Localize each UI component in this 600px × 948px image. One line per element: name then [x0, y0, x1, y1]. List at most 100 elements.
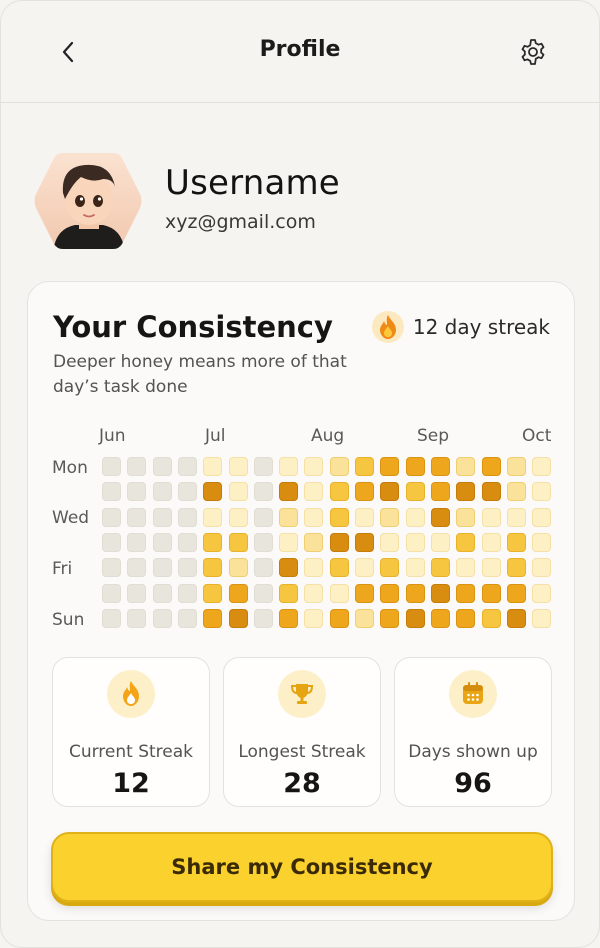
- heatmap-cell[interactable]: [532, 507, 552, 527]
- settings-button[interactable]: [517, 35, 549, 69]
- heatmap-cell[interactable]: [355, 532, 374, 552]
- heatmap-cell[interactable]: [177, 608, 197, 628]
- heatmap-cell[interactable]: [506, 482, 526, 502]
- heatmap-cell[interactable]: [380, 457, 400, 476]
- heatmap-cell[interactable]: [279, 558, 299, 578]
- heatmap-cell[interactable]: [127, 532, 147, 552]
- heatmap-cell[interactable]: [329, 532, 349, 552]
- heatmap-cell[interactable]: [304, 532, 324, 552]
- heatmap-cell[interactable]: [203, 482, 223, 502]
- heatmap-cell[interactable]: [329, 558, 349, 578]
- share-consistency-button[interactable]: Share my Consistency: [51, 832, 553, 902]
- heatmap-cell[interactable]: [481, 583, 501, 603]
- heatmap-cell[interactable]: [506, 608, 526, 628]
- heatmap-cell[interactable]: [456, 532, 476, 552]
- heatmap-cell[interactable]: [329, 583, 349, 603]
- heatmap-cell[interactable]: [152, 532, 172, 552]
- heatmap-cell[interactable]: [177, 482, 197, 502]
- heatmap-cell[interactable]: [355, 482, 374, 502]
- heatmap-cell[interactable]: [127, 558, 147, 578]
- heatmap-cell[interactable]: [329, 507, 349, 527]
- heatmap-cell[interactable]: [228, 532, 248, 552]
- heatmap-cell[interactable]: [228, 558, 248, 578]
- heatmap-cell[interactable]: [304, 558, 324, 578]
- heatmap-cell[interactable]: [506, 457, 526, 476]
- heatmap-cell[interactable]: [506, 558, 526, 578]
- heatmap-cell[interactable]: [279, 457, 299, 476]
- heatmap-cell[interactable]: [481, 457, 501, 476]
- heatmap-cell[interactable]: [203, 583, 223, 603]
- heatmap-cell[interactable]: [152, 608, 172, 628]
- heatmap-cell[interactable]: [304, 457, 324, 476]
- heatmap-cell[interactable]: [127, 608, 147, 628]
- heatmap-cell[interactable]: [228, 457, 248, 476]
- heatmap-cell[interactable]: [127, 507, 147, 527]
- heatmap-cell[interactable]: [506, 507, 526, 527]
- heatmap-cell[interactable]: [532, 457, 552, 476]
- heatmap-cell[interactable]: [456, 583, 476, 603]
- heatmap-cell[interactable]: [405, 608, 425, 628]
- heatmap-cell[interactable]: [430, 457, 450, 476]
- heatmap-cell[interactable]: [481, 532, 501, 552]
- heatmap-cell[interactable]: [456, 482, 476, 502]
- heatmap-cell[interactable]: [253, 507, 273, 527]
- heatmap-cell[interactable]: [127, 583, 147, 603]
- heatmap-cell[interactable]: [279, 507, 299, 527]
- heatmap-cell[interactable]: [329, 482, 349, 502]
- heatmap-cell[interactable]: [152, 457, 172, 476]
- heatmap-cell[interactable]: [430, 507, 450, 527]
- heatmap-cell[interactable]: [380, 583, 400, 603]
- heatmap-cell[interactable]: [253, 558, 273, 578]
- heatmap-cell[interactable]: [532, 482, 552, 502]
- heatmap-cell[interactable]: [380, 558, 400, 578]
- heatmap-cell[interactable]: [279, 608, 299, 628]
- heatmap-cell[interactable]: [405, 507, 425, 527]
- heatmap-cell[interactable]: [228, 482, 248, 502]
- heatmap-cell[interactable]: [481, 558, 501, 578]
- heatmap-cell[interactable]: [481, 608, 501, 628]
- heatmap-cell[interactable]: [532, 558, 552, 578]
- heatmap-cell[interactable]: [177, 507, 197, 527]
- heatmap-cell[interactable]: [405, 583, 425, 603]
- heatmap-cell[interactable]: [253, 583, 273, 603]
- heatmap-cell[interactable]: [152, 558, 172, 578]
- heatmap-cell[interactable]: [102, 558, 121, 578]
- heatmap-cell[interactable]: [228, 507, 248, 527]
- heatmap-cell[interactable]: [355, 457, 374, 476]
- heatmap-cell[interactable]: [304, 608, 324, 628]
- heatmap-cell[interactable]: [228, 583, 248, 603]
- heatmap-cell[interactable]: [405, 482, 425, 502]
- heatmap-cell[interactable]: [102, 583, 121, 603]
- heatmap-cell[interactable]: [405, 558, 425, 578]
- heatmap-cell[interactable]: [102, 457, 121, 476]
- heatmap-cell[interactable]: [380, 608, 400, 628]
- heatmap-cell[interactable]: [329, 608, 349, 628]
- heatmap-cell[interactable]: [203, 457, 223, 476]
- heatmap-cell[interactable]: [329, 457, 349, 476]
- heatmap-cell[interactable]: [355, 583, 374, 603]
- heatmap-cell[interactable]: [253, 532, 273, 552]
- heatmap-cell[interactable]: [279, 532, 299, 552]
- heatmap-cell[interactable]: [355, 507, 374, 527]
- heatmap-cell[interactable]: [177, 558, 197, 578]
- heatmap-cell[interactable]: [430, 532, 450, 552]
- heatmap-cell[interactable]: [279, 583, 299, 603]
- heatmap-cell[interactable]: [203, 507, 223, 527]
- heatmap-cell[interactable]: [127, 482, 147, 502]
- heatmap-cell[interactable]: [506, 532, 526, 552]
- heatmap-cell[interactable]: [304, 507, 324, 527]
- heatmap-cell[interactable]: [355, 558, 374, 578]
- heatmap-cell[interactable]: [253, 608, 273, 628]
- heatmap-cell[interactable]: [177, 532, 197, 552]
- heatmap-cell[interactable]: [127, 457, 147, 476]
- heatmap-cell[interactable]: [481, 507, 501, 527]
- heatmap-cell[interactable]: [152, 583, 172, 603]
- heatmap-cell[interactable]: [102, 507, 121, 527]
- heatmap-cell[interactable]: [430, 482, 450, 502]
- heatmap-cell[interactable]: [430, 558, 450, 578]
- heatmap-cell[interactable]: [456, 457, 476, 476]
- heatmap-cell[interactable]: [152, 482, 172, 502]
- heatmap-cell[interactable]: [253, 482, 273, 502]
- heatmap-cell[interactable]: [380, 507, 400, 527]
- heatmap-cell[interactable]: [506, 583, 526, 603]
